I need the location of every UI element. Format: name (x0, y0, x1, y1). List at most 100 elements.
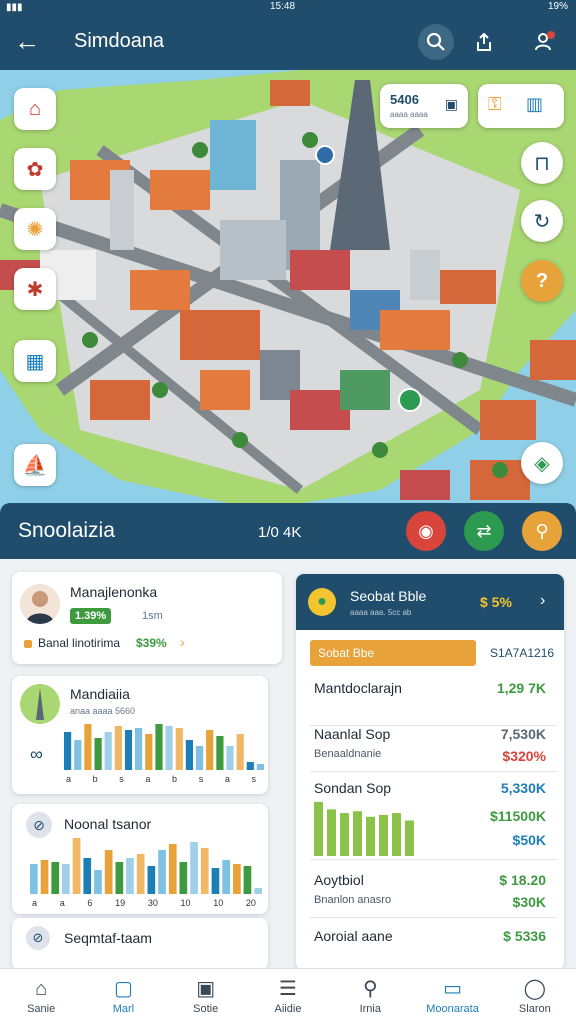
map-layer-bug-button[interactable]: ✱ (14, 268, 56, 310)
flower-icon: ✿ (26, 158, 44, 181)
chart-bar (62, 864, 70, 894)
temple-icon: ⌂ (28, 97, 42, 120)
chart-bar (243, 866, 252, 894)
profile-badge: 1.39% (70, 608, 112, 624)
ranking-chevron[interactable]: › (540, 592, 545, 610)
city-map[interactable]: ⌂ ✿ ✺ ✱ ▦ ⛵ 5406 aaaa aaaa ▣ ⚿ ▥ ⊓ ↻ ? ◈ (0, 70, 576, 510)
tick-label: s (198, 774, 204, 784)
chart-bar (40, 860, 49, 894)
share-icon[interactable] (466, 24, 502, 60)
nav-chat[interactable]: ▭ Moonarata (411, 969, 493, 1024)
map-layers-button[interactable]: ◈ (521, 442, 563, 484)
tick-label: 10 (180, 898, 191, 908)
chart-bar (236, 734, 244, 770)
map-layer-sail-button[interactable]: ⛵ (14, 444, 56, 486)
map-lock-button[interactable]: ⊓ (521, 142, 563, 184)
ranking-row[interactable]: Aoytbiol $ 18.20 Bnanlon anasro $30K (310, 862, 556, 918)
box-icon: ▣ (196, 978, 216, 1000)
sail-icon: ⛵ (22, 454, 48, 477)
transit-chip[interactable]: ⚿ ▥ (478, 84, 564, 128)
ranking-row-secondary: $320% (502, 748, 546, 764)
chart-card-1[interactable]: Mandiaiia anaa aaaa 5660 ∞ a b s a b s a s (12, 676, 268, 794)
ranking-tab-value: S1A7A1216 (490, 646, 555, 660)
ranking-tab[interactable]: Sobat Bbe (310, 640, 476, 666)
map-icon: ▢ (113, 978, 133, 1000)
chart-bar (51, 862, 60, 894)
route-pin-icon: ∞ (30, 744, 43, 764)
nav-label: Sotie (193, 1003, 219, 1015)
chart-bar (114, 726, 122, 770)
chart-bar (145, 734, 153, 770)
profile-alert-icon[interactable] (526, 24, 562, 60)
chart-card-1-ticks: absabsas (66, 774, 256, 784)
chart-bar (104, 732, 112, 770)
nav-map[interactable]: ▢ Marl (82, 969, 164, 1024)
ranking-row-value: $ 18.20 (499, 872, 546, 888)
magnifier-icon: ⚲ (535, 520, 549, 541)
chart-bar (233, 864, 241, 894)
nav-box[interactable]: ▣ Sotie (165, 969, 247, 1024)
tick-label: a (145, 774, 151, 784)
chart-card-2[interactable]: ⊘ Noonal tsanor a a 6 19 30 10 10 20 (12, 804, 268, 914)
ranking-header[interactable]: ● Seobat Bble aaaa aaa. 5cc ab $ 5% › (296, 574, 564, 630)
nav-profile[interactable]: ◯ Slaron (494, 969, 576, 1024)
ranking-row-tall[interactable]: Sondan Sop 5,330K $11500K $50K (310, 772, 556, 860)
building-icon: ▦ (25, 350, 45, 373)
search-icon[interactable] (418, 24, 454, 60)
ranking-subtitle: aaaa aaa. 5cc ab (350, 608, 412, 617)
map-layer-sun-button[interactable]: ✺ (14, 208, 56, 250)
price-chip[interactable]: 5406 aaaa aaaa ▣ (380, 84, 468, 128)
location-name: Snoolaizia (18, 519, 115, 542)
ranking-row-value: 1,29 7K (496, 680, 546, 696)
chart-bar (366, 816, 375, 856)
ranking-tab-label: Sobat Bbe (318, 646, 375, 660)
ranking-row-value: $ 5336 (503, 928, 546, 944)
chart-bar (353, 811, 362, 856)
chart-bar (211, 868, 220, 894)
map-rotate-button[interactable]: ↻ (521, 200, 563, 242)
chart-bar (222, 860, 230, 894)
chart-bar (158, 850, 166, 894)
signal-icon: ▮▮▮ (6, 2, 23, 13)
chart-bar (74, 740, 82, 770)
chart-bar (179, 862, 188, 894)
nav-label: Slaron (518, 1003, 551, 1015)
ranking-bars (314, 801, 414, 856)
nav-list[interactable]: ☰ Aiidie (247, 969, 329, 1024)
route-button[interactable]: ⇄ (464, 511, 504, 551)
chart-bar (314, 801, 323, 856)
profile-percent: $39% (136, 636, 167, 650)
tick-label: a (59, 898, 65, 908)
ranking-row-label: Naanlal Sop (314, 726, 391, 742)
tick-label: a (32, 898, 38, 908)
pin-button[interactable]: ◉ (406, 511, 446, 551)
search-location-button[interactable]: ⚲ (522, 511, 562, 551)
ranking-row-label: Aoroial aane (314, 928, 393, 944)
ranking-row[interactable]: Aoroial aane $ 5336 (310, 918, 556, 974)
ranking-row[interactable]: Naanlal Sop 7,530K Benaaldnanie $320% (310, 716, 556, 772)
back-arrow-icon[interactable]: ← (14, 26, 40, 56)
tick-label: a (224, 774, 230, 784)
nav-home[interactable]: ⌂ Sanie (0, 969, 82, 1024)
chart-bar (104, 850, 113, 894)
ranking-row-sub: Bnanlon anasro (314, 894, 392, 906)
chart-bar (124, 730, 133, 770)
ranking-value: $ 5% (480, 594, 512, 610)
map-layer-flower-button[interactable]: ✿ (14, 148, 56, 190)
chart-bar (135, 728, 143, 770)
map-layer-temple-button[interactable]: ⌂ (14, 88, 56, 130)
profile-card[interactable]: Manajlenonka 1.39% 1sm Banal linotirima … (12, 572, 282, 664)
shield-small-icon: ⊘ (26, 926, 50, 950)
map-help-button[interactable]: ? (521, 260, 563, 302)
chart-bar (200, 848, 209, 894)
nav-search[interactable]: ⚲ Irnia (329, 969, 411, 1024)
tick-label: a (66, 774, 72, 784)
segment-card[interactable]: ⊘ Seqmtaf-taam (12, 918, 268, 970)
map-layer-building-button[interactable]: ▦ (14, 340, 56, 382)
bug-icon: ✱ (26, 278, 44, 301)
profile-line: Banal linotirima (38, 636, 121, 650)
ranking-row-sub: Benaaldnanie (314, 748, 382, 760)
tick-label: 10 (213, 898, 224, 908)
coin-icon: ● (308, 588, 336, 616)
profile-chevron[interactable]: › (180, 634, 185, 650)
